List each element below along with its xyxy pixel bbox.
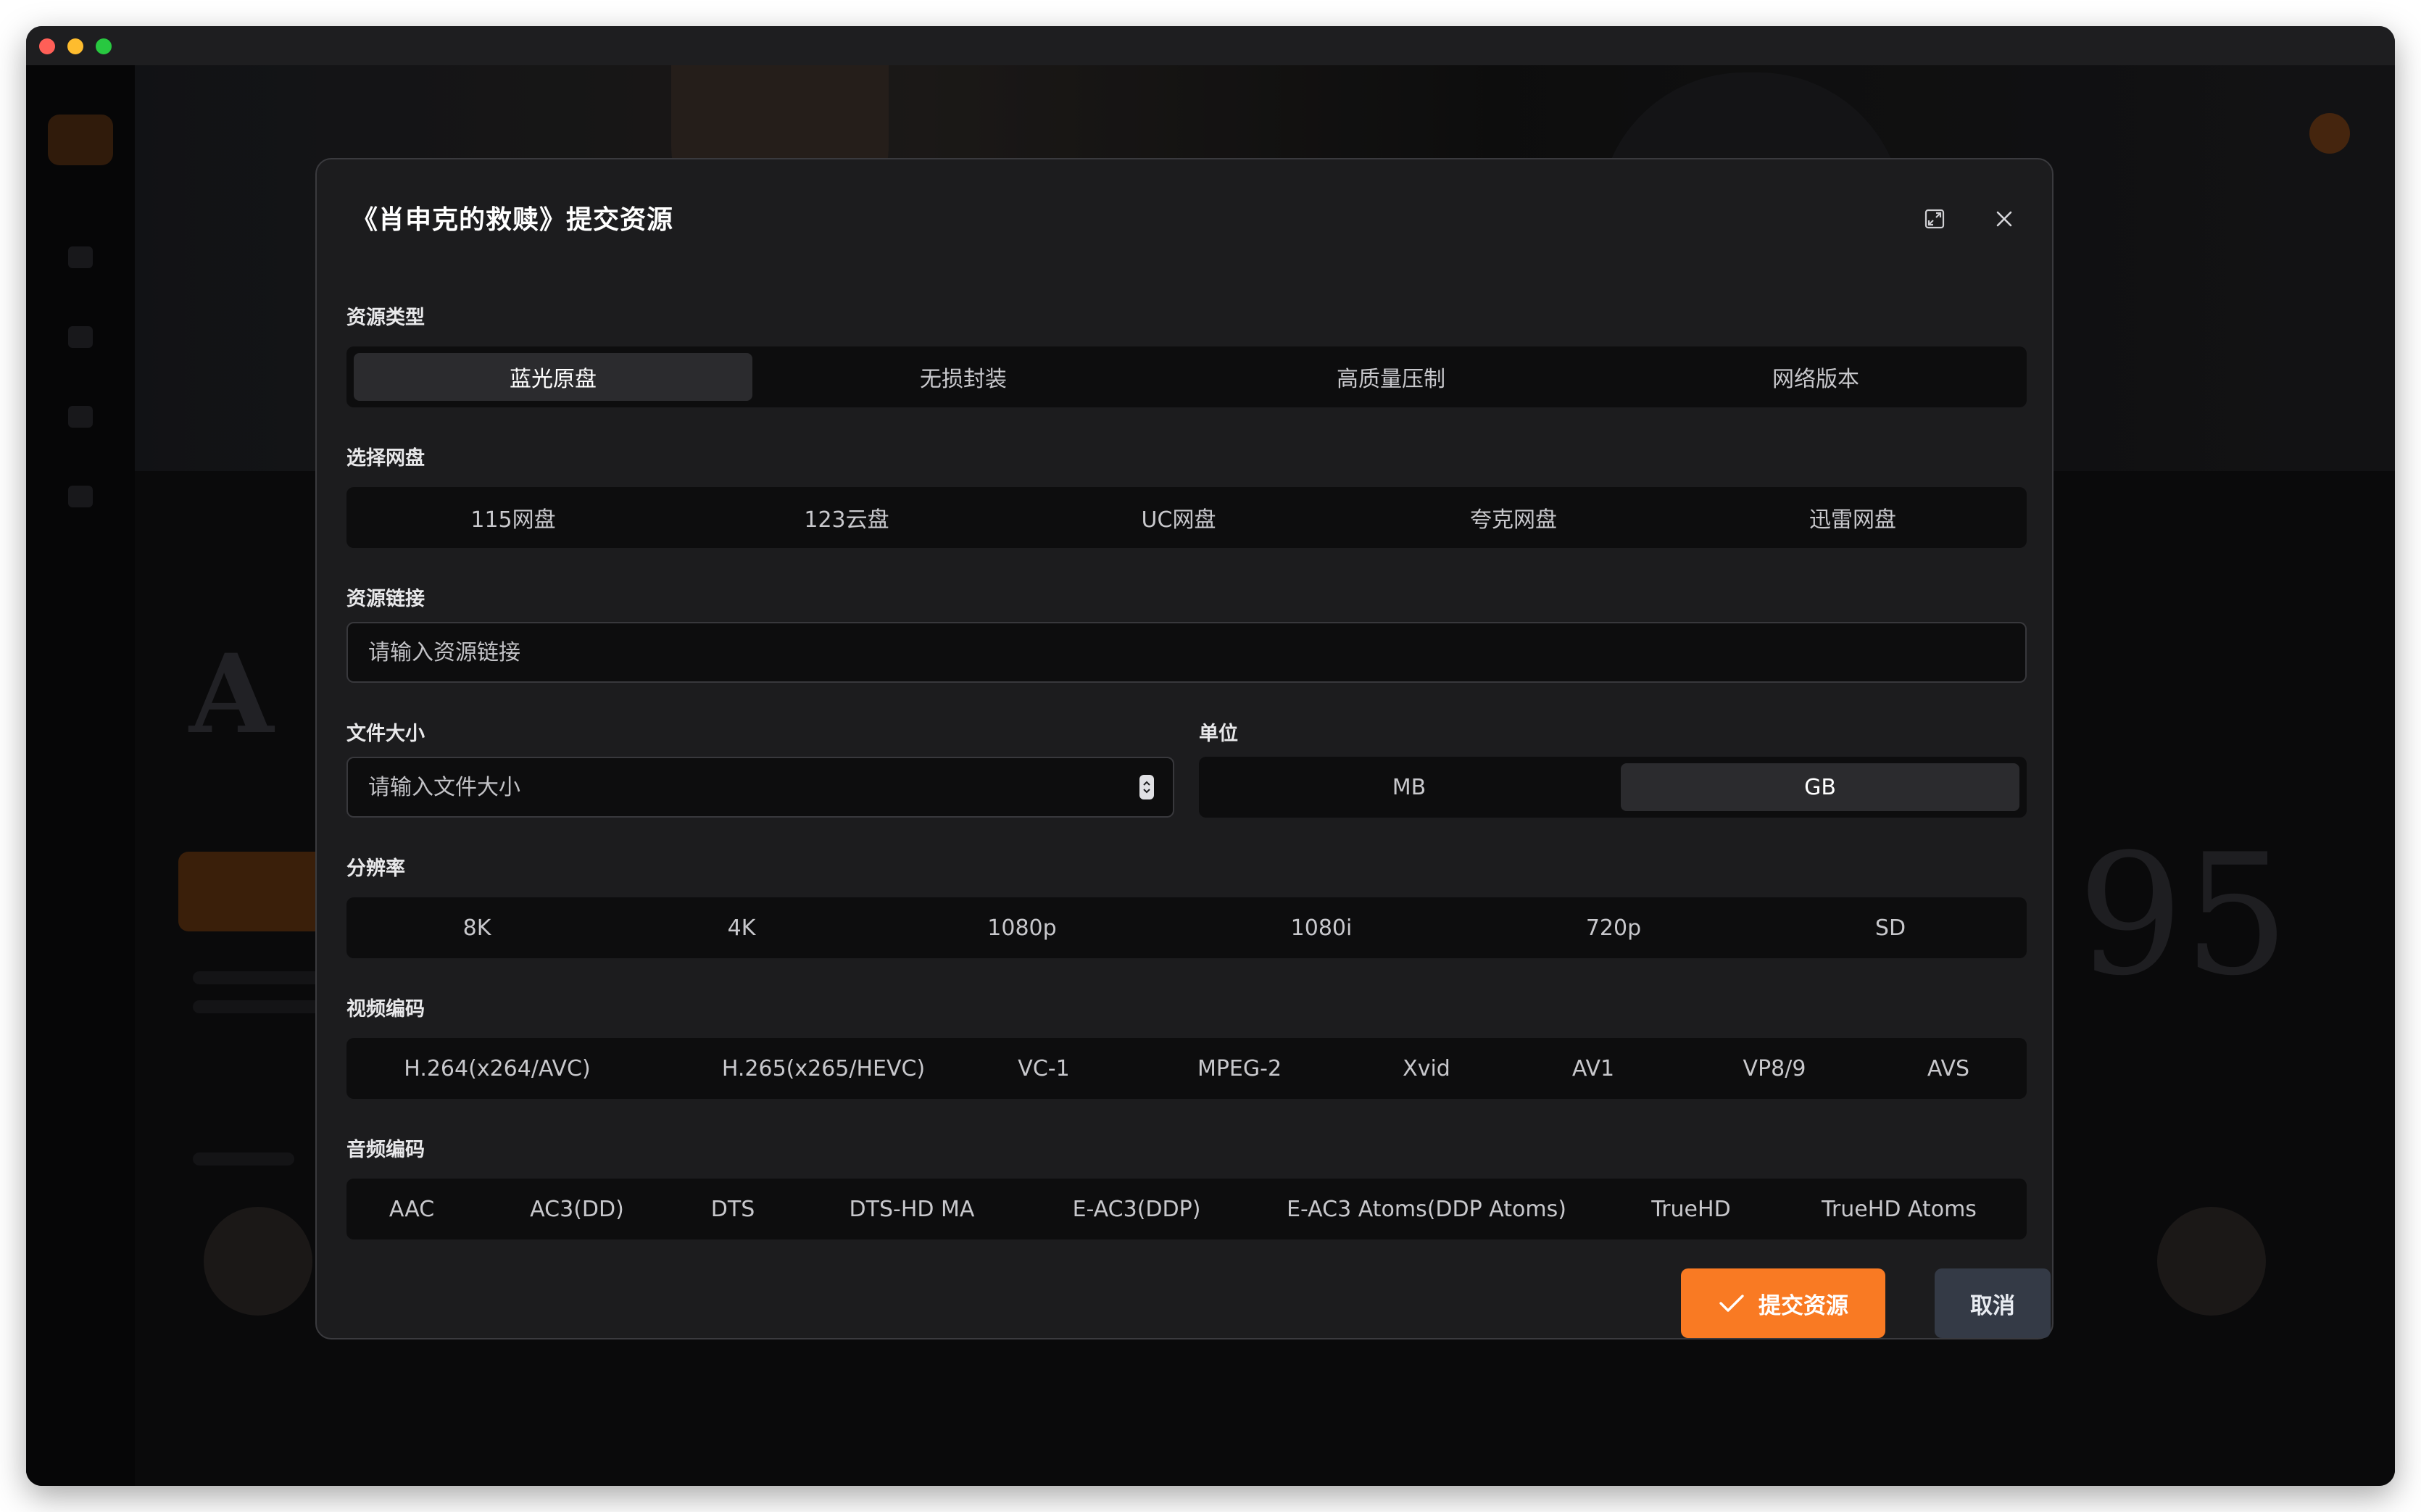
video-codec-segmented: H.264(x264/AVC) H.265(x265/HEVC) VC-1 MP… <box>346 1038 2027 1099</box>
cloud-drive-option-quark[interactable]: 夸克网盘 <box>1354 494 1673 541</box>
audio-codec-option-truehd[interactable]: TrueHD <box>1619 1185 1764 1233</box>
close-icon[interactable] <box>1991 206 2017 232</box>
resource-link-field[interactable] <box>346 622 2027 683</box>
cancel-button-label: 取消 <box>1970 1292 2015 1319</box>
cloud-drive-option-115[interactable]: 115网盘 <box>354 494 673 541</box>
audio-codec-option-dts[interactable]: DTS <box>682 1185 784 1233</box>
unit-label: 单位 <box>1199 723 1238 745</box>
dialog-title: 《肖申克的救赎》提交资源 <box>352 205 674 235</box>
file-size-label: 文件大小 <box>346 723 425 745</box>
resource-type-option-high-quality[interactable]: 高质量压制 <box>1177 353 1605 401</box>
submit-resource-button[interactable]: 提交资源 <box>1681 1268 1885 1338</box>
resource-type-segmented: 蓝光原盘 无损封装 高质量压制 网络版本 <box>346 346 2027 407</box>
close-window-button[interactable] <box>39 38 55 54</box>
video-codec-option-av1[interactable]: AV1 <box>1542 1044 1644 1092</box>
resolution-label: 分辨率 <box>346 857 405 880</box>
cloud-drive-option-uc[interactable]: UC网盘 <box>1019 494 1338 541</box>
title-bar <box>26 26 2395 65</box>
cloud-drive-label: 选择网盘 <box>346 447 425 470</box>
zoom-window-button[interactable] <box>96 38 112 54</box>
submit-resource-button-label: 提交资源 <box>1758 1292 1848 1319</box>
video-codec-option-xvid[interactable]: Xvid <box>1376 1044 1477 1092</box>
stepper-icon[interactable] <box>1139 775 1154 799</box>
resource-type-label: 资源类型 <box>346 307 425 329</box>
cancel-button[interactable]: 取消 <box>1935 1268 2051 1338</box>
video-codec-option-vp89[interactable]: VP8/9 <box>1702 1044 1847 1092</box>
file-size-field[interactable] <box>346 757 1174 818</box>
resource-type-option-lossless[interactable]: 无损封装 <box>757 353 1170 401</box>
audio-codec-option-truehd-atmos[interactable]: TrueHD Atoms <box>1790 1185 2008 1233</box>
audio-codec-option-aac[interactable]: AAC <box>361 1185 462 1233</box>
cloud-drive-option-xunlei[interactable]: 迅雷网盘 <box>1693 494 2012 541</box>
resource-link-input[interactable] <box>367 639 2006 666</box>
audio-codec-segmented: AAC AC3(DD) DTS DTS-HD MA E-AC3(DDP) E-A… <box>346 1179 2027 1239</box>
resolution-option-sd[interactable]: SD <box>1811 904 1970 952</box>
resource-type-option-web[interactable]: 网络版本 <box>1612 353 2019 401</box>
video-codec-option-mpeg2[interactable]: MPEG-2 <box>1160 1044 1319 1092</box>
audio-codec-option-ac3[interactable]: AC3(DD) <box>504 1185 649 1233</box>
resource-type-option-bluray[interactable]: 蓝光原盘 <box>354 353 752 401</box>
unit-segmented: MB GB <box>1199 757 2027 818</box>
resolution-option-8k[interactable]: 8K <box>419 904 535 952</box>
audio-codec-label: 音频编码 <box>346 1139 425 1161</box>
audio-codec-option-eac3[interactable]: E-AC3(DDP) <box>1028 1185 1245 1233</box>
resolution-segmented: 8K 4K 1080p 1080i 720p SD <box>346 897 2027 958</box>
resolution-option-1080i[interactable]: 1080i <box>1242 904 1401 952</box>
resource-link-label: 资源链接 <box>346 588 425 610</box>
check-icon <box>1718 1292 1745 1314</box>
video-codec-option-vc1[interactable]: VC-1 <box>979 1044 1109 1092</box>
resolution-option-4k[interactable]: 4K <box>684 904 800 952</box>
unit-option-mb[interactable]: MB <box>1206 763 1612 811</box>
video-codec-option-h265[interactable]: H.265(x265/HEVC) <box>678 1044 968 1092</box>
video-codec-option-avs[interactable]: AVS <box>1890 1044 2006 1092</box>
expand-icon[interactable] <box>1922 206 1948 232</box>
cloud-drive-option-123[interactable]: 123云盘 <box>687 494 1006 541</box>
file-size-input[interactable] <box>367 773 1139 801</box>
audio-codec-option-dts-hd-ma[interactable]: DTS-HD MA <box>810 1185 1013 1233</box>
resolution-option-720p[interactable]: 720p <box>1534 904 1693 952</box>
video-codec-label: 视频编码 <box>346 998 425 1021</box>
audio-codec-option-eac3-atmos[interactable]: E-AC3 Atoms(DDP Atoms) <box>1267 1185 1586 1233</box>
video-codec-option-h264[interactable]: H.264(x264/AVC) <box>374 1044 620 1092</box>
submit-resource-dialog: 《肖申克的救赎》提交资源 资源类型 蓝光原盘 无损封装 高质量压制 网络版本 选… <box>315 158 2054 1339</box>
cloud-drive-segmented: 115网盘 123云盘 UC网盘 夸克网盘 迅雷网盘 <box>346 487 2027 548</box>
unit-option-gb[interactable]: GB <box>1621 763 2019 811</box>
resolution-option-1080p[interactable]: 1080p <box>942 904 1102 952</box>
minimize-window-button[interactable] <box>67 38 83 54</box>
